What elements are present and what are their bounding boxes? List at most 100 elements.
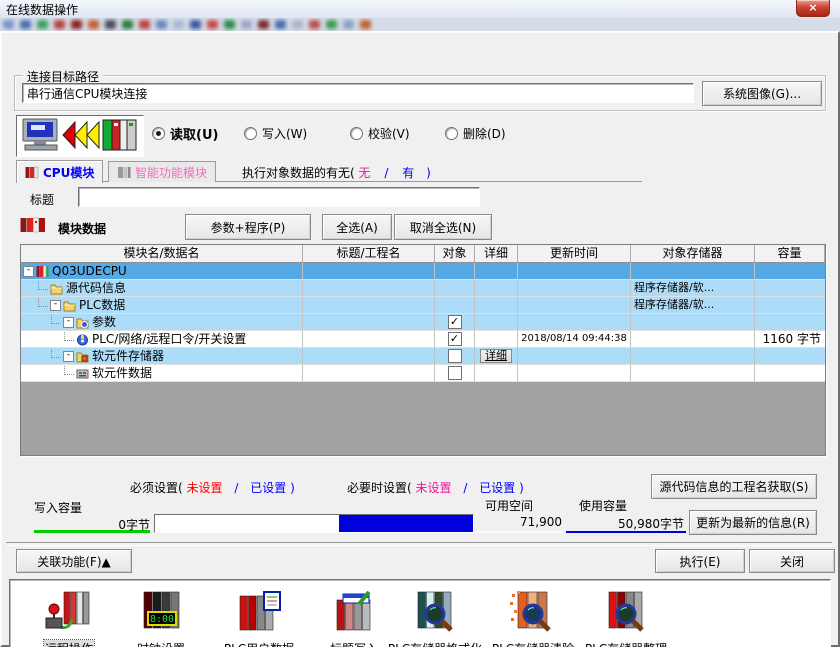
updated-time-cell [518, 314, 631, 331]
mode-radio-3[interactable]: 删除(D) [445, 125, 506, 142]
radio-label: 读取(U) [170, 124, 218, 143]
updated-time-cell [518, 280, 631, 297]
target-cell [435, 365, 475, 382]
size-cell [755, 297, 825, 314]
setting-icon [76, 333, 89, 346]
close-button[interactable]: × [796, 0, 830, 17]
devmem-icon [76, 350, 89, 363]
column-header: 对象 [435, 245, 475, 263]
optional-setting-status: 必要时设置( 未设置 / 已设置 ) [347, 479, 524, 496]
radio-icon [350, 127, 363, 140]
online-data-operation-window: 在线数据操作 × 连接目标路径 系统图像(G)... [0, 0, 840, 647]
radio-icon [244, 127, 257, 140]
column-header: 标题/工程名 [303, 245, 435, 263]
transfer-direction-icon [16, 115, 144, 157]
required-not-set: 未设置 [187, 481, 223, 495]
target-checkbox[interactable] [448, 349, 462, 363]
target-checkbox[interactable]: ✓ [448, 315, 462, 329]
close-dialog-button[interactable]: 关闭 [749, 549, 835, 573]
connection-path-input[interactable] [22, 83, 694, 103]
mode-radio-2[interactable]: 校验(V) [350, 125, 445, 142]
target-checkbox[interactable] [448, 366, 462, 380]
system-image-button[interactable]: 系统图像(G)... [702, 81, 822, 106]
target-checkbox[interactable]: ✓ [448, 332, 462, 346]
module-name-cell: 软元件数据 [21, 365, 303, 382]
tree-expander[interactable]: - [63, 317, 74, 328]
module-name: 软元件存储器 [92, 348, 164, 364]
detail-cell [475, 280, 518, 297]
title-bar: 在线数据操作 × [0, 0, 840, 18]
optional-suffix: ) [519, 481, 524, 495]
deselect-all-button[interactable]: 取消全选(N) [394, 214, 492, 240]
table-row[interactable]: - 软元件存储器 详细 [21, 348, 825, 365]
exec-prefix: 执行对象数据的有无( [242, 166, 355, 180]
title-input[interactable] [78, 187, 480, 207]
mode-radio-0[interactable]: 读取(U) [152, 124, 244, 143]
module-name-cell: - Q03UDECPU [21, 263, 303, 280]
tree-line [51, 349, 61, 358]
module-name-cell: - 软元件存储器 [21, 348, 303, 365]
window-title: 在线数据操作 [6, 1, 78, 18]
target-cell [435, 263, 475, 280]
execute-button[interactable]: 执行(E) [655, 549, 745, 573]
tab-cpu-module[interactable]: CPU模块 [16, 160, 103, 183]
tab-cpu-label: CPU模块 [43, 164, 94, 181]
tree-expander[interactable]: - [23, 266, 34, 277]
table-row[interactable]: -PLC数据程序存储器/软... [21, 297, 825, 314]
table-row[interactable]: 软元件数据 [21, 365, 825, 382]
param-icon [76, 316, 89, 329]
toolbar-item-userdata[interactable]: PLC用户数据 [204, 584, 314, 647]
detail-button[interactable]: 详细 [480, 349, 512, 363]
exec-none: 无 [359, 166, 371, 180]
updated-time-cell [518, 365, 631, 382]
get-project-name-button[interactable]: 源代码信息的工程名获取(S) [651, 474, 817, 499]
table-row[interactable]: PLC/网络/远程口令/开关设置✓2018/08/14 09:44:381160… [21, 331, 825, 348]
exec-have: 有 [402, 166, 414, 180]
tree-expander[interactable]: - [50, 300, 61, 311]
module-name-cell: - 参数 [21, 314, 303, 331]
required-prefix: 必须设置( [130, 481, 183, 495]
tab-intelligent-module[interactable]: 智能功能模块 [108, 161, 216, 182]
size-cell [755, 280, 825, 297]
used-bar-segment [339, 515, 473, 532]
intelligent-module-icon [117, 166, 131, 179]
radio-label: 写入(W) [262, 125, 307, 142]
optional-not-set: 未设置 [416, 481, 452, 495]
module-name-cell: 源代码信息 [21, 280, 303, 297]
detail-cell [475, 365, 518, 382]
table-row[interactable]: - 参数 ✓ [21, 314, 825, 331]
module-name-cell: PLC/网络/远程口令/开关设置 [21, 331, 303, 348]
detail-cell [475, 297, 518, 314]
optional-set: 已设置 [479, 481, 515, 495]
table-row[interactable]: - Q03UDECPU [21, 263, 825, 280]
updated-time-cell [518, 297, 631, 314]
required-setting-status: 必须设置( 未设置 / 已设置 ) [130, 479, 295, 496]
module-name: PLC数据 [79, 297, 125, 313]
updated-time-cell [518, 348, 631, 365]
module-data-table: 模块名/数据名标题/工程名对象详细更新时间对象存储器容量 -Q03UDECPU源… [20, 244, 826, 456]
related-functions-button[interactable]: 关联功能(F)▲ [16, 549, 132, 573]
mode-radio-1[interactable]: 写入(W) [244, 125, 350, 142]
capacity-bar [154, 514, 474, 533]
param-program-button[interactable]: 参数+程序(P) [185, 214, 311, 240]
table-row[interactable]: 源代码信息程序存储器/软... [21, 280, 825, 297]
select-all-button[interactable]: 全选(A) [322, 214, 392, 240]
devdata-icon [76, 367, 89, 380]
tree-expander[interactable]: - [63, 351, 74, 362]
size-cell [755, 314, 825, 331]
column-header: 详细 [475, 245, 518, 263]
updated-time-cell [518, 263, 631, 280]
toolbar-item-clock[interactable]: 8:00时钟设置 [106, 584, 216, 647]
module-name: Q03UDECPU [52, 263, 127, 279]
target-memory-cell [631, 331, 755, 348]
required-set: 已设置 [250, 481, 286, 495]
format-icon [380, 584, 490, 638]
toolbar-item-label: PLC存储器格式化 [380, 640, 490, 647]
toolbar-item-format[interactable]: PLC存储器格式化 [380, 584, 490, 647]
radio-icon [445, 127, 458, 140]
toolbar-item-arrange[interactable]: PLC存储器整理 [571, 584, 681, 647]
refresh-info-button[interactable]: 更新为最新的信息(R) [689, 510, 817, 535]
module-name: 源代码信息 [66, 280, 126, 296]
detail-cell: 详细 [475, 348, 518, 365]
module-name: 参数 [92, 314, 116, 330]
